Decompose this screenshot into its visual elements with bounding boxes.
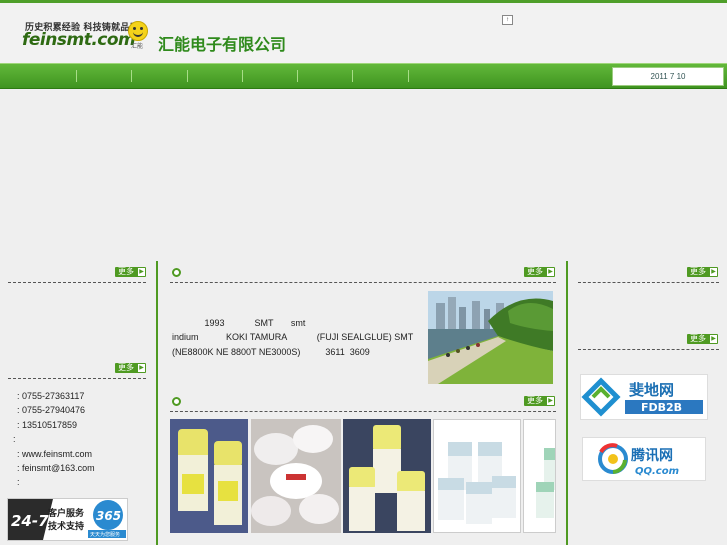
contact-email[interactable]: : feinsmt@163.com [17, 463, 95, 473]
arrow-right-icon: ▶ [138, 364, 145, 372]
badge-sub: 天天为您服务 [90, 531, 120, 538]
contact-phone-1: : 0755-27363117 [17, 391, 85, 401]
service-badge-graphic: 24-7 客户服务 技术支持 365 天天为您服务 [8, 499, 126, 540]
set-homepage-icon[interactable]: ↑ [502, 15, 513, 25]
product-image-1[interactable] [170, 419, 248, 533]
main-nav: 2011 7 10 [0, 63, 727, 90]
fdb2b-en-text: FDB2B [641, 401, 682, 414]
badge-line-2: 技术支持 [48, 520, 84, 532]
contact-mobile: : 13510517859 [17, 420, 78, 430]
nav-item-6[interactable] [352, 70, 353, 82]
section-bullet-icon [172, 268, 181, 277]
solder-paste-lids-image [251, 419, 341, 533]
date-display: 2011 7 10 [612, 67, 724, 86]
right-links-more-button[interactable]: 更多 ▶ [687, 334, 718, 344]
product-image-3[interactable] [343, 419, 431, 533]
product-image-2[interactable] [251, 419, 341, 533]
park-lake-image [428, 291, 553, 384]
divider [170, 282, 556, 283]
badge-line-1: 客户服务 [47, 507, 85, 519]
divider [170, 411, 556, 412]
arrow-right-icon: ▶ [710, 268, 717, 276]
contact-website[interactable]: : www.feinsmt.com [17, 449, 92, 459]
nav-item-2[interactable] [131, 70, 132, 82]
nav-item-3[interactable] [187, 70, 188, 82]
column-divider-right [566, 261, 568, 545]
product-image-4[interactable] [433, 419, 521, 533]
company-name: 汇能电子有限公司 [158, 35, 287, 54]
fdb2b-logo: 斐地网 FDB2B [581, 377, 703, 417]
company-intro-line-1: 1993 SMT smt [172, 318, 306, 328]
more-label: 更多 [527, 396, 543, 405]
service-badge: 24-7 客户服务 技术支持 365 天天为您服务 [7, 498, 128, 541]
more-label: 更多 [118, 363, 134, 372]
contact-address: : [17, 477, 20, 487]
divider [578, 349, 719, 350]
company-intro-line-3: (NE8800K NE 8800T NE3000S) 3611 3609 [172, 347, 370, 357]
qq-cn-text: 腾讯网 [631, 447, 673, 464]
section-bullet-icon [172, 397, 181, 406]
right-top-more-button[interactable]: 更多 ▶ [687, 267, 718, 277]
smiley-logo-icon [128, 21, 148, 41]
divider [8, 282, 146, 283]
left-news-more-button[interactable]: 更多 ▶ [115, 267, 146, 277]
divider [8, 378, 146, 379]
arrow-right-icon: ▶ [710, 335, 717, 343]
partner-link-fdb2b[interactable]: 斐地网 FDB2B [580, 374, 708, 420]
more-label: 更多 [690, 267, 706, 276]
green-jars-image [524, 420, 555, 532]
nav-item-5[interactable] [297, 70, 298, 82]
banner-area [0, 89, 727, 259]
products-more-button[interactable]: 更多 ▶ [524, 396, 555, 406]
site-header: 历史积累经验 科技铸就品质 feinsmt.com 汇能 汇能电子有限公司 ↑ [0, 3, 727, 63]
left-contact-more-button[interactable]: 更多 ▶ [115, 363, 146, 373]
more-label: 更多 [527, 267, 543, 276]
company-photo [428, 291, 553, 384]
qq-logo: 腾讯网 QQ.com [598, 443, 679, 477]
divider [578, 282, 719, 283]
arrow-right-icon: ▶ [547, 268, 554, 276]
white-jars-image [434, 420, 520, 532]
contact-fax: : [13, 434, 16, 444]
logo-subtext: 汇能 [131, 44, 144, 50]
solder-paste-jar-image [170, 419, 248, 533]
company-intro-line-2: indium KOKI TAMURA (FUJI SEALGLUE) SMT [172, 332, 414, 342]
product-image-5[interactable] [523, 419, 556, 533]
contact-phone-2: : 0755-27940476 [17, 405, 86, 415]
more-label: 更多 [690, 334, 706, 343]
arrow-right-icon: ▶ [547, 397, 554, 405]
fdb2b-cn-text: 斐地网 [629, 381, 674, 399]
nav-item-7[interactable] [408, 70, 409, 82]
nav-item-1[interactable] [76, 70, 77, 82]
badge-number: 365 [96, 509, 121, 523]
column-divider-left [156, 261, 158, 545]
about-more-button[interactable]: 更多 ▶ [524, 267, 555, 277]
partner-link-qq[interactable]: 腾讯网 QQ.com [582, 437, 706, 481]
arrow-right-icon: ▶ [138, 268, 145, 276]
badge-big-text: 24-7 [11, 512, 49, 530]
more-label: 更多 [118, 267, 134, 276]
nav-item-4[interactable] [242, 70, 243, 82]
site-logo[interactable]: feinsmt.com [22, 30, 136, 50]
solder-jars-group-image [343, 419, 431, 533]
qq-en-text: QQ.com [635, 466, 679, 477]
